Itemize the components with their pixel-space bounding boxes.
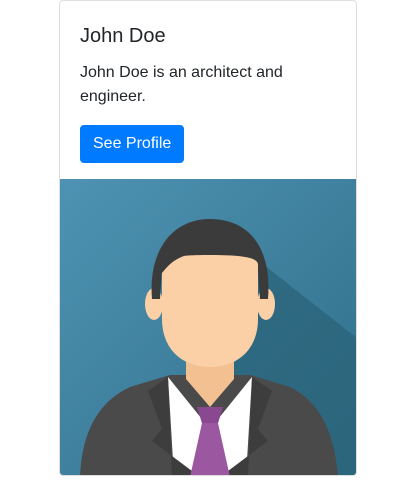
card-title: John Doe (80, 25, 166, 47)
profile-image (60, 179, 356, 475)
card-body: John Doe John Doe is an architect and en… (60, 1, 356, 179)
card-text: John Doe is an architect and engineer. (80, 64, 283, 105)
face (162, 255, 258, 367)
profile-card: John Doe John Doe is an architect and en… (59, 0, 357, 476)
see-profile-button[interactable]: See Profile (80, 125, 185, 163)
